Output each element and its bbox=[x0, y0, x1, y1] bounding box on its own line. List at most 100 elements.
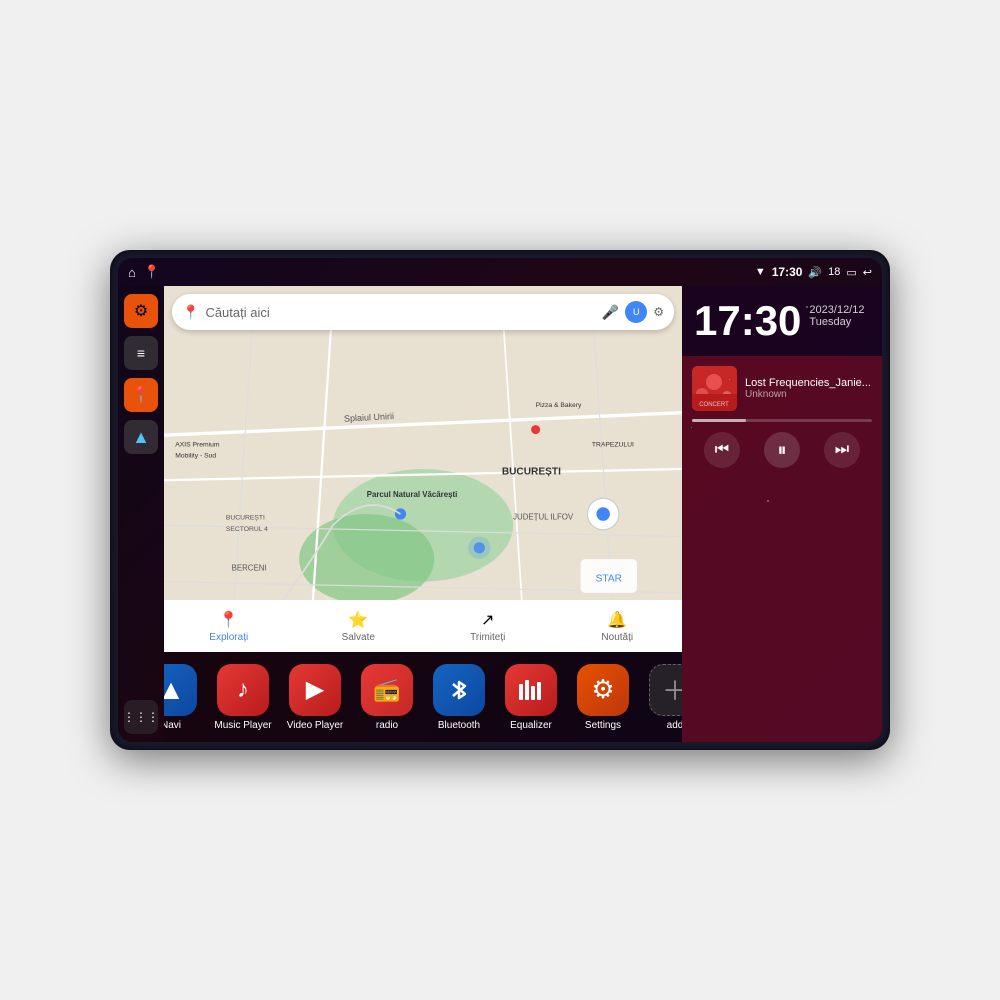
bluetooth-icon-bg bbox=[433, 664, 485, 716]
clock-date: 2023/12/12 Tuesday bbox=[809, 300, 864, 328]
music-player-icon: ♪ bbox=[237, 676, 249, 704]
navi-label: Navi bbox=[164, 720, 181, 731]
settings-icon-bg: ⚙ bbox=[577, 664, 629, 716]
map-search-bar[interactable]: 📍 Căutați aici 🎤 U ⚙ bbox=[172, 294, 674, 330]
left-sidebar: ⚙ ≡ 📍 ▲ ⋮⋮⋮ bbox=[118, 286, 164, 742]
device: ⌂ 📍 ▼ 17:30 🔊 18 ▭ ↩ ⚙ ≡ bbox=[110, 250, 890, 750]
center-area: Splaiul Unirii STAR Parcul Natural Văcăr… bbox=[164, 286, 682, 742]
add-label: add bbox=[667, 720, 682, 731]
battery-icon: ▭ bbox=[846, 266, 856, 279]
app-settings[interactable]: ⚙ Settings bbox=[573, 664, 633, 731]
sidebar-grid-button[interactable]: ⋮⋮⋮ bbox=[124, 700, 158, 734]
app-navi[interactable]: ▲ Navi bbox=[164, 664, 201, 731]
map-nav-explore[interactable]: 📍 Explorați bbox=[164, 610, 294, 643]
album-art-svg: CONCERT bbox=[692, 366, 737, 411]
saved-label: Salvate bbox=[342, 632, 375, 643]
mic-icon[interactable]: 🎤 bbox=[602, 304, 619, 321]
status-left: ⌂ 📍 bbox=[128, 264, 160, 280]
settings-label: Settings bbox=[585, 720, 621, 731]
music-artist: Unknown bbox=[745, 389, 872, 400]
map-status-icon[interactable]: 📍 bbox=[144, 264, 160, 280]
nav-icon: ▲ bbox=[132, 427, 150, 448]
status-time: 17:30 bbox=[772, 265, 803, 279]
app-equalizer[interactable]: Equalizer bbox=[501, 664, 561, 731]
music-track-info: CONCERT Lost Frequencies_Janie... Unknow… bbox=[692, 366, 872, 411]
google-maps-icon: 📍 bbox=[182, 304, 199, 321]
music-title: Lost Frequencies_Janie... bbox=[745, 377, 872, 389]
progress-fill bbox=[692, 419, 746, 422]
explore-label: Explorați bbox=[209, 632, 248, 643]
wifi-icon: ▼ bbox=[755, 266, 766, 278]
prev-icon: ⏮ bbox=[715, 441, 729, 459]
map-container[interactable]: Splaiul Unirii STAR Parcul Natural Văcăr… bbox=[164, 286, 682, 652]
battery-number: 18 bbox=[828, 266, 840, 278]
map-options-icon[interactable]: ⚙ bbox=[653, 305, 664, 319]
radio-label: radio bbox=[376, 720, 398, 731]
video-player-icon: ▶ bbox=[306, 675, 324, 704]
bluetooth-label: Bluetooth bbox=[438, 720, 480, 731]
navi-icon: ▲ bbox=[164, 674, 185, 706]
share-label: Trimiteți bbox=[470, 632, 505, 643]
app-music-player[interactable]: ♪ Music Player bbox=[213, 664, 273, 731]
app-add[interactable]: ＋ add bbox=[645, 664, 682, 731]
app-radio[interactable]: 📻 radio bbox=[357, 664, 417, 731]
back-icon[interactable]: ↩ bbox=[863, 266, 872, 279]
sidebar-settings-button[interactable]: ⚙ bbox=[124, 294, 158, 328]
progress-bar[interactable] bbox=[692, 419, 872, 422]
user-avatar[interactable]: U bbox=[625, 301, 647, 323]
share-icon: ↗ bbox=[481, 610, 494, 630]
sidebar-files-button[interactable]: ≡ bbox=[124, 336, 158, 370]
next-icon: ⏭ bbox=[835, 441, 849, 459]
app-video-player[interactable]: ▶ Video Player bbox=[285, 664, 345, 731]
pause-button[interactable]: ⏸ bbox=[764, 432, 800, 468]
home-status-icon[interactable]: ⌂ bbox=[128, 265, 136, 280]
app-bluetooth[interactable]: Bluetooth bbox=[429, 664, 489, 731]
music-player-icon-bg: ♪ bbox=[217, 664, 269, 716]
clock-section: 17:30 2023/12/12 Tuesday bbox=[682, 286, 882, 356]
settings-icon: ⚙ bbox=[134, 301, 148, 321]
settings-app-icon: ⚙ bbox=[591, 674, 614, 705]
svg-text:JUDEȚUL ILFOV: JUDEȚUL ILFOV bbox=[513, 513, 574, 522]
add-icon-bg: ＋ bbox=[649, 664, 682, 716]
svg-text:Pizza & Bakery: Pizza & Bakery bbox=[536, 402, 582, 409]
search-placeholder: Căutați aici bbox=[205, 305, 595, 320]
clock-time: 17:30 bbox=[694, 300, 801, 342]
clock-day-text: Tuesday bbox=[809, 316, 864, 328]
svg-text:BUCUREȘTI: BUCUREȘTI bbox=[502, 467, 561, 478]
map-nav-saved[interactable]: ⭐ Salvate bbox=[294, 610, 424, 643]
svg-text:SECTORUL 4: SECTORUL 4 bbox=[226, 526, 268, 533]
map-nav-news[interactable]: 🔔 Noutăți bbox=[553, 610, 683, 643]
bluetooth-svg bbox=[445, 676, 473, 704]
map-nav-share[interactable]: ↗ Trimiteți bbox=[423, 610, 553, 643]
sidebar-map-button[interactable]: 📍 bbox=[124, 378, 158, 412]
right-panel: 17:30 2023/12/12 Tuesday bbox=[682, 286, 882, 742]
sidebar-nav-button[interactable]: ▲ bbox=[124, 420, 158, 454]
status-bar: ⌂ 📍 ▼ 17:30 🔊 18 ▭ ↩ bbox=[118, 258, 882, 286]
next-button[interactable]: ⏭ bbox=[824, 432, 860, 468]
equalizer-icon-bg bbox=[505, 664, 557, 716]
volume-icon: 🔊 bbox=[808, 266, 822, 279]
music-album-art: CONCERT bbox=[692, 366, 737, 411]
news-label: Noutăți bbox=[601, 632, 633, 643]
svg-text:Parcul Natural Văcărești: Parcul Natural Văcărești bbox=[367, 490, 458, 499]
device-screen: ⌂ 📍 ▼ 17:30 🔊 18 ▭ ↩ ⚙ ≡ bbox=[118, 258, 882, 742]
svg-text:CONCERT: CONCERT bbox=[699, 402, 729, 408]
map-icon: 📍 bbox=[131, 385, 151, 405]
video-player-label: Video Player bbox=[287, 720, 344, 731]
map-svg: Splaiul Unirii STAR Parcul Natural Văcăr… bbox=[164, 286, 682, 652]
grid-icon: ⋮⋮⋮ bbox=[123, 710, 159, 724]
main-content: ⚙ ≡ 📍 ▲ ⋮⋮⋮ bbox=[118, 286, 882, 742]
radio-icon-bg: 📻 bbox=[361, 664, 413, 716]
avatar-letter: U bbox=[633, 307, 640, 317]
music-text: Lost Frequencies_Janie... Unknown bbox=[745, 377, 872, 400]
equalizer-svg bbox=[516, 676, 546, 704]
news-icon: 🔔 bbox=[607, 610, 627, 630]
svg-text:BERCENI: BERCENI bbox=[232, 563, 267, 572]
app-dock: ▲ Navi ♪ Music Player ▶ Vid bbox=[164, 652, 682, 742]
svg-text:STAR: STAR bbox=[596, 574, 622, 585]
svg-text:Mobility - Sud: Mobility - Sud bbox=[175, 453, 216, 460]
equalizer-label: Equalizer bbox=[510, 720, 552, 731]
music-controls: ⏮ ⏸ ⏭ bbox=[692, 432, 872, 468]
prev-button[interactable]: ⏮ bbox=[704, 432, 740, 468]
status-right: ▼ 17:30 🔊 18 ▭ ↩ bbox=[755, 265, 872, 279]
